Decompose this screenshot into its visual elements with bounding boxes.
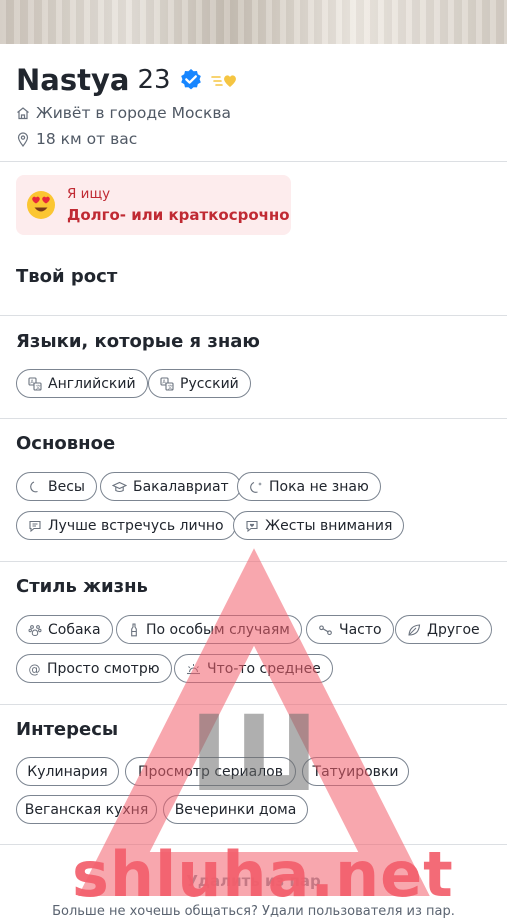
language-chip: A 文 Русский [148, 369, 251, 398]
looking-for-label: Я ищу [67, 186, 111, 202]
paw-icon [28, 624, 42, 636]
svg-text:A: A [30, 379, 34, 385]
language-label: Русский [180, 375, 239, 392]
divider [0, 561, 507, 562]
distance-row: 18 км от вас [16, 130, 137, 148]
verified-badge-icon [179, 68, 203, 92]
moon-star-icon [250, 481, 262, 493]
lifestyle-chip: По особым случаям [116, 615, 302, 644]
lifestyle-label: Часто [339, 621, 382, 638]
divider [0, 161, 507, 162]
interest-label: Вечеринки дома [174, 801, 297, 818]
lifestyle-label: По особым случаям [146, 621, 290, 638]
interest-chip: Просмотр сериалов [125, 757, 296, 786]
distance-text: 18 км от вас [36, 130, 138, 148]
interests-title: Интересы [16, 719, 119, 740]
svg-text:文: 文 [168, 383, 173, 390]
interest-label: Кулинария [27, 763, 108, 780]
profile-name: Nastya [16, 63, 130, 97]
languages-title: Языки, которые я знаю [16, 331, 260, 352]
moon-icon [30, 480, 38, 492]
basics-title: Основное [16, 433, 116, 454]
looking-for-card: Я ищу Долго- или краткосрочно [16, 175, 291, 235]
basics-label: Лучше встречусь лично [48, 517, 224, 534]
basics-chip: Лучше встречусь лично [16, 511, 236, 540]
home-icon [17, 107, 29, 120]
dumbbell-icon [319, 624, 332, 635]
svg-text:文: 文 [36, 383, 41, 390]
chat-bubble-icon [29, 520, 41, 532]
graduation-cap-icon [112, 481, 127, 492]
profile-age: 23 [137, 65, 171, 95]
lifestyle-chip: Другое [395, 615, 492, 644]
interest-label: Просмотр сериалов [138, 763, 283, 780]
lifestyle-chip: Собака [16, 615, 113, 644]
city-text: Живёт в городе Москва [36, 104, 231, 122]
lifestyle-label: Собака [48, 621, 101, 638]
language-label: Английский [48, 375, 136, 392]
svg-text:@: @ [29, 662, 41, 676]
lifestyle-label: Другое [427, 621, 480, 638]
divider [0, 704, 507, 705]
at-icon: @ [29, 662, 41, 676]
basics-label: Весы [48, 478, 85, 495]
translate-icon: A 文 [160, 376, 174, 390]
lifestyle-label: Просто смотрю [47, 660, 160, 677]
basics-label: Бакалавриат [133, 478, 229, 495]
lifestyle-label: Что-то среднее [207, 660, 321, 677]
heart-message-icon [246, 520, 258, 532]
lifestyle-chip: @ Просто смотрю [16, 654, 172, 683]
city-row: Живёт в городе Москва [16, 104, 231, 122]
profile-header: Nastya 23 [16, 60, 239, 100]
lifestyle-chip: Часто [306, 615, 394, 644]
interest-chip: Вечеринки дома [163, 795, 308, 824]
height-title: Твой рост [16, 266, 118, 287]
location-pin-icon [17, 131, 29, 147]
interest-chip: Веганская кухня [16, 795, 157, 824]
watermark-text: shluha.net [72, 838, 454, 911]
lifestyle-title: Стиль жизнь [16, 576, 148, 597]
interest-chip: Татуировки [302, 757, 409, 786]
basics-chip: Весы [16, 472, 97, 501]
basics-chip: Пока не знаю [237, 472, 381, 501]
divider [0, 418, 507, 419]
interest-label: Татуировки [312, 763, 399, 780]
basics-chip: Бакалавриат [100, 472, 241, 501]
heart-eyes-emoji-icon [27, 191, 55, 219]
interest-chip: Кулинария [16, 757, 119, 786]
sunrise-icon [187, 663, 200, 674]
basics-label: Жесты внимания [265, 517, 393, 534]
flying-heart-icon [210, 71, 239, 89]
svg-text:A: A [162, 379, 166, 385]
divider [0, 315, 507, 316]
lifestyle-chip: Что-то среднее [174, 654, 333, 683]
looking-for-value: Долго- или краткосрочно [67, 206, 290, 224]
leaf-icon [408, 623, 421, 636]
translate-icon: A 文 [28, 376, 42, 390]
basics-chip: Жесты внимания [233, 511, 405, 540]
language-chip: A 文 Английский [16, 369, 148, 398]
interest-label: Веганская кухня [24, 801, 149, 818]
profile-photo[interactable] [0, 0, 507, 44]
bottle-icon [131, 622, 137, 636]
basics-label: Пока не знаю [269, 478, 369, 495]
